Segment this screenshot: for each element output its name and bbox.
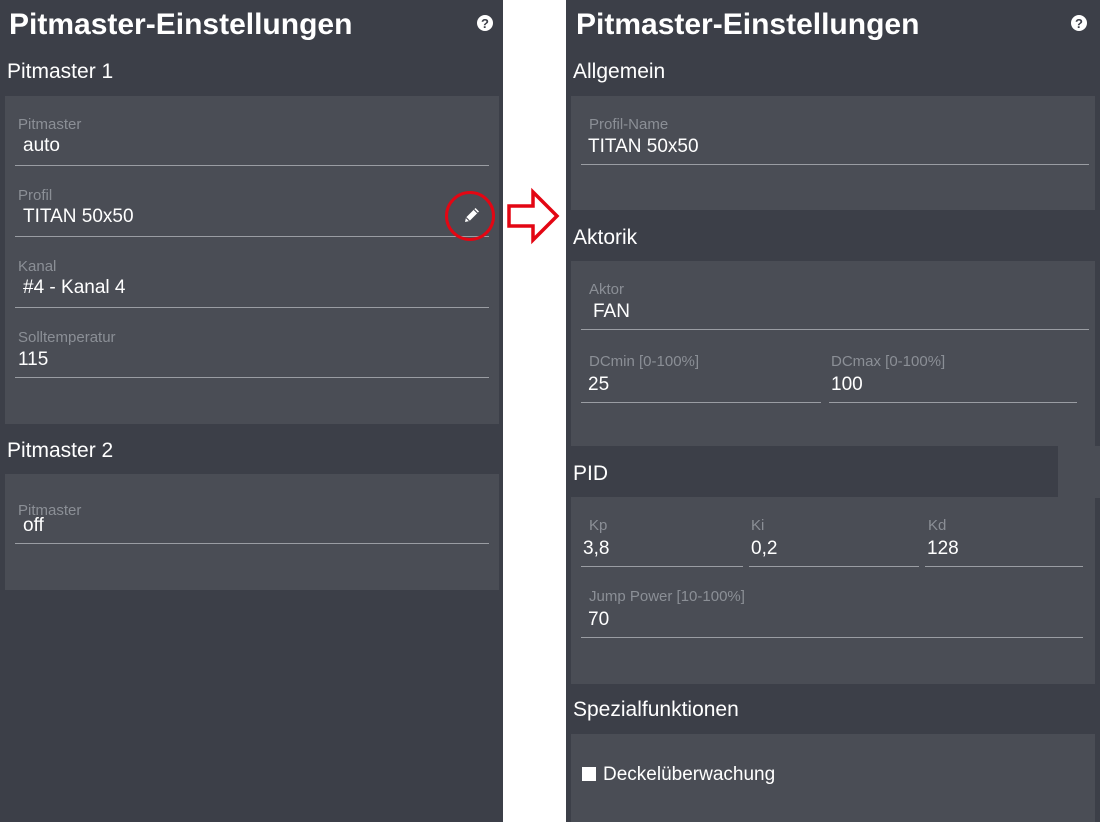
dcmin-input[interactable]: DCmin [0-100%] 25 <box>581 353 821 403</box>
kanal-select[interactable]: Kanal #4 - Kanal 4 <box>15 258 489 308</box>
section-title-pitmaster-2: Pitmaster 2 <box>7 439 114 462</box>
field-label: Solltemperatur <box>18 329 116 346</box>
field-label: DCmin [0-100%] <box>589 353 700 370</box>
field-label: Kd <box>928 517 947 534</box>
pid-card: Kp 3,8 Ki 0,2 Kd 128 Jump Power [10-100%… <box>571 497 1095 684</box>
field-label: Aktor <box>589 281 625 298</box>
field-value: #4 - Kanal 4 <box>23 277 126 298</box>
spezialfunktionen-card: Deckelüberwachung <box>571 734 1095 822</box>
profil-name-input[interactable]: Profil-Name TITAN 50x50 <box>581 116 1089 165</box>
kp-input[interactable]: Kp 3,8 <box>581 517 743 567</box>
field-label: Kp <box>589 517 608 534</box>
page-title: Pitmaster-Einstellungen <box>576 8 920 41</box>
checkbox-label[interactable]: Deckelüberwachung <box>603 764 775 786</box>
field-value: 3,8 <box>583 538 610 559</box>
section-title-spezialfunktionen: Spezialfunktionen <box>573 698 739 721</box>
pitmaster-select[interactable]: Pitmaster off <box>15 502 489 544</box>
right-profile-panel: Pitmaster-Einstellungen ? Allgemein Prof… <box>566 0 1100 822</box>
dcmax-input[interactable]: DCmax [0-100%] 100 <box>829 353 1077 403</box>
aktor-select[interactable]: Aktor FAN <box>581 281 1089 330</box>
field-label: Ki <box>751 517 765 534</box>
jump-power-input[interactable]: Jump Power [10-100%] 70 <box>581 588 1083 638</box>
field-value: 100 <box>831 374 863 395</box>
help-icon[interactable]: ? <box>477 15 493 31</box>
pitmaster-2-card: Pitmaster off <box>5 474 499 590</box>
kd-input[interactable]: Kd 128 <box>925 517 1083 567</box>
pitmaster-select[interactable]: Pitmaster auto <box>15 116 489 166</box>
section-title-pid: PID <box>573 462 609 485</box>
field-label: DCmax [0-100%] <box>831 353 946 370</box>
field-label: Pitmaster <box>18 116 82 133</box>
field-value: 70 <box>588 609 610 630</box>
section-title-pitmaster-1: Pitmaster 1 <box>7 60 114 83</box>
solltemperatur-input[interactable]: Solltemperatur 115 <box>15 329 489 378</box>
field-value: FAN <box>593 301 630 322</box>
field-label: Profil <box>18 187 53 204</box>
field-value: off <box>23 515 44 536</box>
profil-select[interactable]: Profil TITAN 50x50 <box>15 187 489 237</box>
field-label: Profil-Name <box>589 116 669 133</box>
section-title-allgemein: Allgemein <box>573 60 666 83</box>
left-settings-panel: Pitmaster-Einstellungen ? Pitmaster 1 Pi… <box>0 0 503 822</box>
highlight-circle <box>445 191 495 241</box>
field-value: 0,2 <box>751 538 778 559</box>
decorative-strip <box>1058 446 1100 498</box>
help-icon[interactable]: ? <box>1071 15 1087 31</box>
allgemein-card: Profil-Name TITAN 50x50 <box>571 96 1095 210</box>
pitmaster-1-card: Pitmaster auto Profil TITAN 50x50 Kanal … <box>5 96 499 424</box>
field-value: 128 <box>927 538 959 559</box>
field-value: TITAN 50x50 <box>588 136 699 157</box>
field-label: Jump Power [10-100%] <box>589 588 745 605</box>
field-value: auto <box>23 135 60 156</box>
field-value: 25 <box>588 374 610 395</box>
right-arrow-icon <box>507 187 560 245</box>
aktorik-card: Aktor FAN DCmin [0-100%] 25 DCmax [0-100… <box>571 261 1095 446</box>
field-value: TITAN 50x50 <box>23 206 134 227</box>
field-label: Kanal <box>18 258 57 275</box>
deckelueberwachung-checkbox[interactable] <box>582 767 596 781</box>
page-title: Pitmaster-Einstellungen <box>9 8 353 41</box>
field-value: 115 <box>18 349 49 370</box>
section-title-aktorik: Aktorik <box>573 226 638 249</box>
ki-input[interactable]: Ki 0,2 <box>749 517 919 567</box>
